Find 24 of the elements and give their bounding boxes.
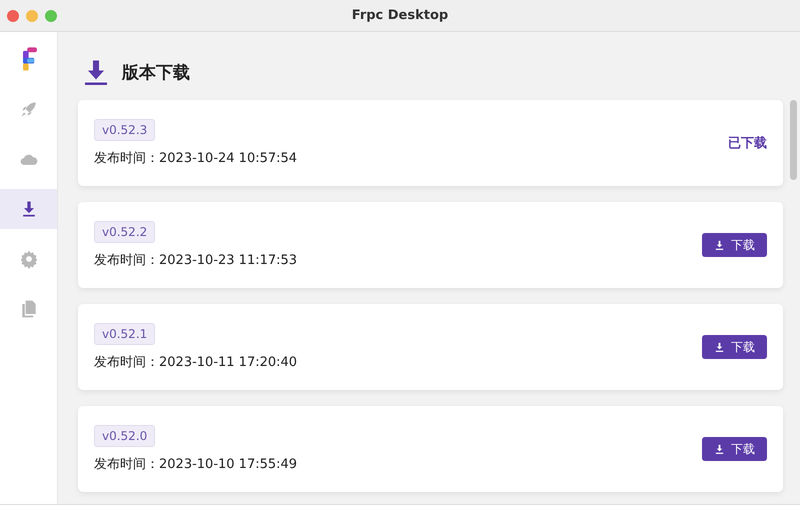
settings-icon [18,249,38,269]
download-button[interactable]: 下载 [702,437,767,461]
publish-time: 发布时间：2023-10-23 11:17:53 [94,252,298,269]
downloaded-label: 已下载 [728,135,767,152]
scrollbar-thumb[interactable] [790,100,796,180]
download-icon [84,58,108,86]
download-icon [714,444,725,454]
download-button[interactable]: 下载 [702,233,767,257]
download-button[interactable]: 下载 [702,335,767,359]
page-title: 版本下载 [122,62,190,84]
zoom-button[interactable] [45,10,57,22]
sidebar-item[interactable] [0,189,57,229]
publish-time: 发布时间：2023-10-24 10:57:54 [94,150,298,167]
download-icon [714,342,725,352]
download-icon [714,240,725,250]
version-tag: v0.52.1 [94,323,156,345]
close-button[interactable] [7,10,19,22]
publish-time: 发布时间：2023-10-11 17:20:40 [94,354,298,371]
publish-time: 发布时间：2023-10-10 17:55:49 [94,456,298,473]
version-tag: v0.52.2 [94,221,156,243]
version-tag: v0.52.3 [94,119,156,141]
window-title: Frpc Desktop [352,8,448,23]
version-tag: v0.52.0 [94,425,156,447]
minimize-button[interactable] [26,10,38,22]
